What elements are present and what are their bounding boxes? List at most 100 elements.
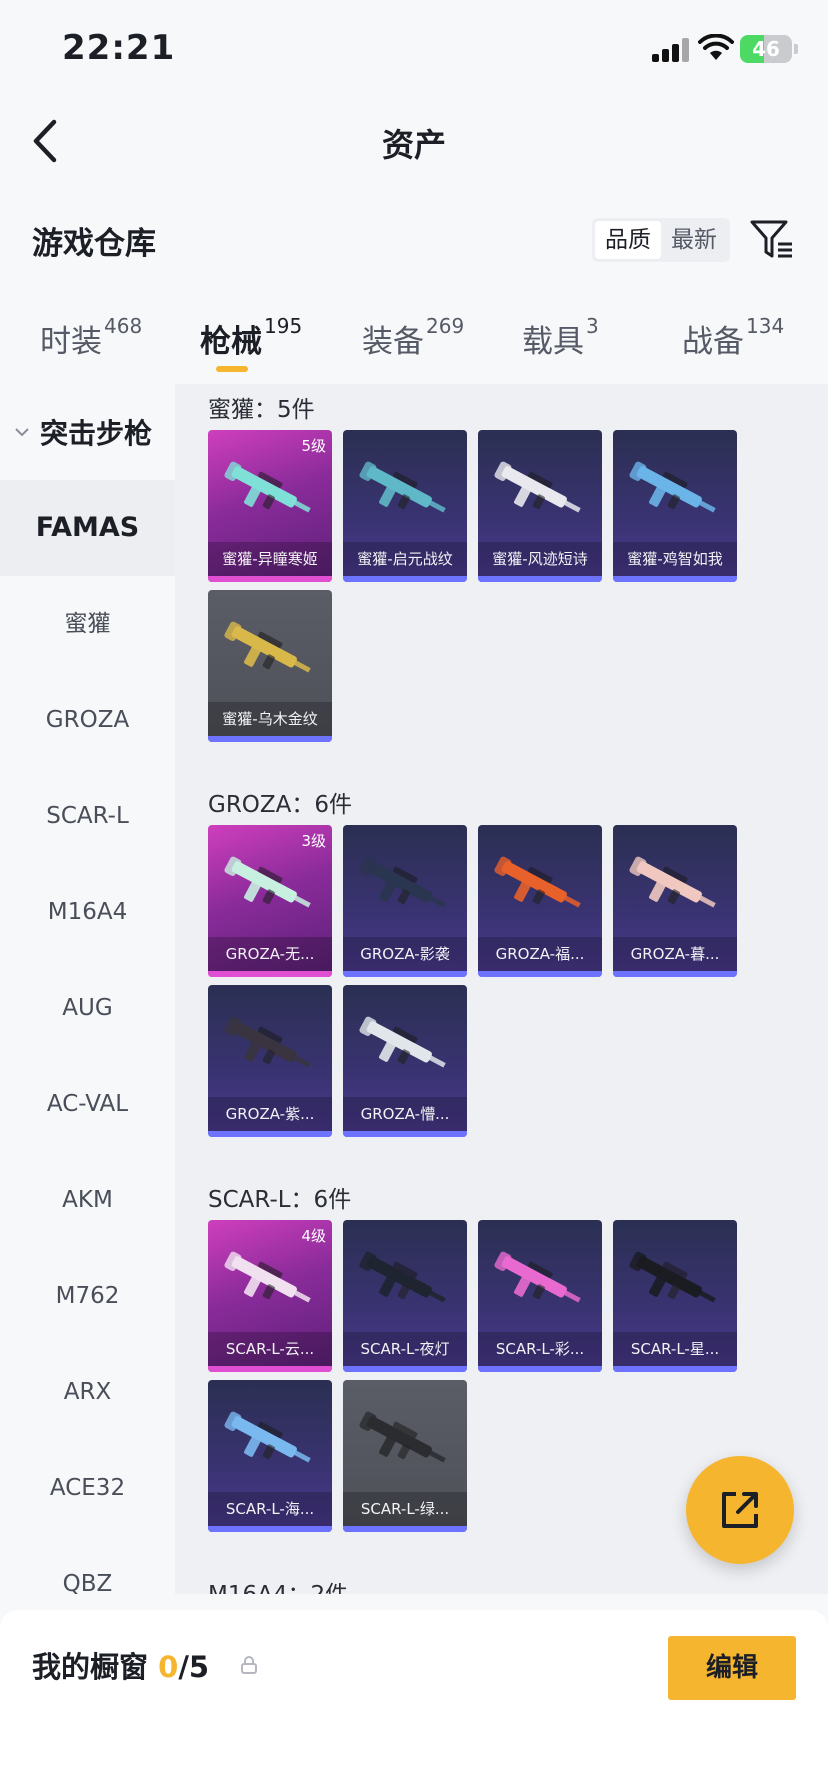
- weapon-skin-icon: [224, 461, 311, 513]
- weapon-skin-icon: [359, 856, 446, 908]
- cellular-signal-icon: [652, 38, 692, 62]
- weapon-card[interactable]: SCAR-L-绿...: [343, 1380, 467, 1532]
- showcase-label: 我的橱窗: [32, 1650, 149, 1684]
- showcase-counter: 我的橱窗 0/5: [32, 1644, 209, 1686]
- status-time: 22:21: [62, 28, 176, 68]
- weapon-card[interactable]: GROZA-暮...: [613, 825, 737, 977]
- showcase-current: 0: [158, 1650, 179, 1684]
- weapon-skin-icon: [224, 1016, 311, 1068]
- tab-vehicles[interactable]: 载具 3: [522, 314, 599, 361]
- sidebar-item-akm[interactable]: AKM: [0, 1152, 175, 1248]
- skin-level-badge: 5级: [301, 437, 326, 455]
- weapon-card[interactable]: GROZA-福...: [478, 825, 602, 977]
- rarity-bar: [343, 1526, 467, 1532]
- tab-label: 装备: [362, 324, 424, 360]
- lock-icon: [241, 1656, 257, 1674]
- weapon-card-label: 蜜獾-异瞳寒姬: [208, 542, 332, 576]
- filter-icon[interactable]: [748, 216, 794, 262]
- sidebar-item-famas[interactable]: FAMAS: [0, 480, 175, 576]
- weapon-card[interactable]: 蜜獾-风迹短诗: [478, 430, 602, 582]
- group-title: M16A4：2件: [208, 1575, 348, 1594]
- weapon-card-label: 蜜獾-风迹短诗: [478, 542, 602, 576]
- tab-label: 载具: [522, 324, 584, 360]
- sidebar-category-assault-rifle[interactable]: 突击步枪: [0, 384, 175, 480]
- battery-tip: [794, 44, 798, 54]
- weapon-skin-icon: [224, 856, 311, 908]
- battery-level: 46: [752, 37, 780, 61]
- page-title: 资产: [381, 126, 446, 164]
- rarity-bar: [208, 576, 332, 582]
- rarity-bar: [208, 736, 332, 742]
- weapon-card[interactable]: 3级 GROZA-无...: [208, 825, 332, 977]
- skin-level-badge: 3级: [301, 832, 326, 850]
- sidebar-item-arx[interactable]: ARX: [0, 1344, 175, 1440]
- weapon-card[interactable]: GROZA-紫...: [208, 985, 332, 1137]
- rarity-bar: [613, 971, 737, 977]
- weapon-card-label: SCAR-L-彩...: [478, 1332, 602, 1366]
- edit-button[interactable]: 编辑: [668, 1636, 796, 1700]
- rarity-bar: [208, 1366, 332, 1372]
- rarity-bar: [208, 971, 332, 977]
- sidebar-item-ac-val[interactable]: AC-VAL: [0, 1056, 175, 1152]
- tab-supplies[interactable]: 战备 134: [682, 314, 785, 361]
- sidebar-item-groza[interactable]: GROZA: [0, 672, 175, 768]
- tab-firearms[interactable]: 枪械 195: [200, 314, 302, 361]
- weapon-card-label: 蜜獾-乌木金纹: [208, 702, 332, 736]
- weapon-card-label: SCAR-L-星...: [613, 1332, 737, 1366]
- group-title: 蜜獾：5件: [208, 397, 315, 423]
- weapon-card[interactable]: SCAR-L-夜灯: [343, 1220, 467, 1372]
- tab-count: 134: [746, 314, 785, 338]
- sidebar-item-m16a4[interactable]: M16A4: [0, 864, 175, 960]
- battery-icon: 46: [740, 35, 792, 63]
- status-bar: 22:21 46: [0, 0, 828, 100]
- category-tabs: 时装 468 枪械 195 装备 269 载具 3 战备 134: [0, 314, 828, 384]
- rarity-bar: [343, 1131, 467, 1137]
- chevron-down-icon: [15, 428, 29, 437]
- sidebar-item-qbz[interactable]: QBZ: [0, 1536, 175, 1610]
- weapon-card-label: SCAR-L-绿...: [343, 1492, 467, 1526]
- weapon-card-label: GROZA-紫...: [208, 1097, 332, 1131]
- sort-quality-button[interactable]: 品质: [595, 221, 661, 259]
- tab-fashion[interactable]: 时装 468: [40, 314, 142, 361]
- tab-count: 3: [586, 314, 599, 338]
- tab-equipment[interactable]: 装备 269: [362, 314, 465, 361]
- sort-newest-button[interactable]: 最新: [661, 221, 727, 259]
- sidebar-item-m762[interactable]: M762: [0, 1248, 175, 1344]
- weapon-skin-icon: [359, 1251, 446, 1303]
- rarity-bar: [343, 971, 467, 977]
- rarity-bar: [478, 971, 602, 977]
- weapon-card-label: 蜜獾-启元战纹: [343, 542, 467, 576]
- weapon-card[interactable]: SCAR-L-海...: [208, 1380, 332, 1532]
- rarity-bar: [208, 1131, 332, 1137]
- weapon-sidebar: 突击步枪 FAMAS 蜜獾 GROZA SCAR-L M16A4 AUG AC-…: [0, 384, 175, 1610]
- weapon-card-label: SCAR-L-海...: [208, 1492, 332, 1526]
- tab-label: 战备: [682, 324, 744, 360]
- sidebar-item-aug[interactable]: AUG: [0, 960, 175, 1056]
- share-button[interactable]: [686, 1456, 794, 1564]
- tab-count: 269: [426, 314, 465, 338]
- weapon-card-label: 蜜獾-鸡智如我: [613, 542, 737, 576]
- sidebar-item-ace32[interactable]: ACE32: [0, 1440, 175, 1536]
- showcase-total: /5: [178, 1650, 210, 1684]
- group-title: SCAR-L：6件: [208, 1187, 352, 1213]
- weapon-card[interactable]: 蜜獾-鸡智如我: [613, 430, 737, 582]
- rarity-bar: [613, 1366, 737, 1372]
- weapon-card[interactable]: SCAR-L-星...: [613, 1220, 737, 1372]
- sidebar-item-honey-badger[interactable]: 蜜獾: [0, 576, 175, 672]
- weapon-skin-icon: [224, 1251, 311, 1303]
- sidebar-item-scar-l[interactable]: SCAR-L: [0, 768, 175, 864]
- rarity-bar: [208, 1526, 332, 1532]
- weapon-card[interactable]: 蜜獾-乌木金纹: [208, 590, 332, 742]
- wifi-icon: [698, 34, 734, 60]
- weapon-card[interactable]: GROZA-懵...: [343, 985, 467, 1137]
- weapon-card[interactable]: 5级蜜獾-异瞳寒姬: [208, 430, 332, 582]
- bottom-bar: 我的橱窗 0/5 编辑: [0, 1610, 828, 1792]
- weapon-card-label: GROZA-懵...: [343, 1097, 467, 1131]
- weapon-card[interactable]: 4级 SCAR-L-云...: [208, 1220, 332, 1372]
- weapon-skin-icon: [629, 461, 716, 513]
- weapon-card[interactable]: SCAR-L-彩...: [478, 1220, 602, 1372]
- weapon-card[interactable]: 蜜獾-启元战纹: [343, 430, 467, 582]
- rarity-bar: [478, 576, 602, 582]
- rarity-bar: [478, 1366, 602, 1372]
- weapon-card[interactable]: GROZA-影袭: [343, 825, 467, 977]
